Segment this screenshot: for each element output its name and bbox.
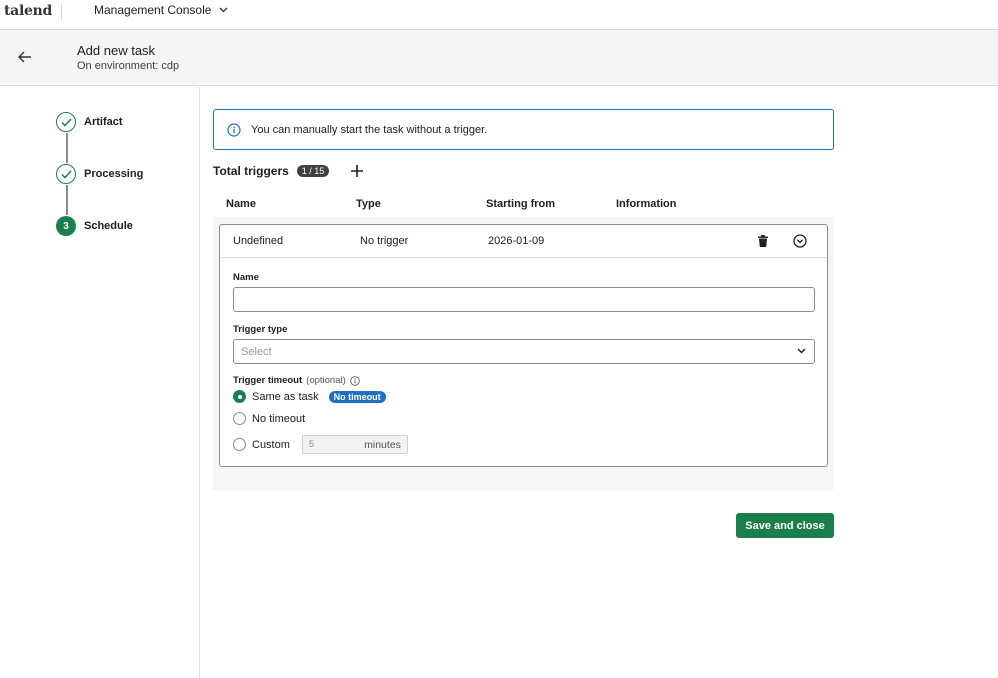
- brand-logo[interactable]: talend: [4, 3, 52, 19]
- step-schedule[interactable]: 3 Schedule: [56, 216, 133, 236]
- page-subtitle: On environment: cdp: [77, 60, 180, 72]
- table-row[interactable]: Undefined No trigger 2026-01-09: [220, 225, 827, 258]
- radio-button[interactable]: [233, 438, 246, 451]
- trigger-type-cell: No trigger: [360, 235, 409, 247]
- trigger-timeout-label: Trigger timeout (optional): [233, 375, 360, 386]
- step-label: Processing: [84, 168, 144, 180]
- info-icon: [227, 122, 241, 137]
- triggers-title: Total triggers: [213, 164, 289, 178]
- trigger-type-label: Trigger type: [233, 324, 288, 335]
- no-timeout-badge: No timeout: [328, 390, 386, 403]
- custom-timeout-value: 5: [308, 439, 315, 450]
- triggers-header: Total triggers 1 / 15: [213, 163, 365, 179]
- step-connector: [66, 185, 68, 215]
- check-icon: [56, 112, 76, 132]
- trigger-timeout-label-text: Trigger timeout: [233, 375, 303, 386]
- trigger-name-cell: Undefined: [233, 235, 284, 247]
- custom-timeout-input[interactable]: 5 minutes: [301, 435, 408, 454]
- top-bar: talend Management Console: [0, 0, 998, 30]
- column-header-name: Name: [226, 198, 256, 210]
- trigger-start-cell: 2026-01-09: [488, 235, 545, 247]
- timeout-option-same-as-task[interactable]: Same as task No timeout: [233, 390, 386, 403]
- step-number: 3: [56, 216, 76, 236]
- page-header: Add new task On environment: cdp: [0, 30, 998, 86]
- info-banner-text: You can manually start the task without …: [251, 123, 488, 136]
- save-and-close-button[interactable]: Save and close: [736, 513, 834, 538]
- column-header-starting-from: Starting from: [486, 198, 556, 210]
- app-switcher-label: Management Console: [94, 3, 212, 17]
- chevron-down-icon: [797, 348, 806, 354]
- back-arrow-icon[interactable]: [14, 46, 36, 68]
- trigger-card: Undefined No trigger 2026-01-09 Name Tri…: [219, 224, 828, 467]
- step-connector: [66, 133, 68, 163]
- triggers-count-badge: 1 / 15: [296, 165, 330, 177]
- wizard-stepper: Artifact Processing 3 Schedule: [0, 87, 200, 678]
- info-banner: You can manually start the task without …: [213, 109, 834, 150]
- column-header-information: Information: [616, 198, 677, 210]
- page-title: Add new task: [77, 43, 156, 58]
- radio-button[interactable]: [233, 390, 246, 403]
- column-header-type: Type: [356, 198, 381, 210]
- step-label: Schedule: [84, 220, 133, 232]
- add-trigger-icon[interactable]: [349, 163, 365, 179]
- step-processing[interactable]: Processing: [56, 164, 143, 184]
- trigger-name-input[interactable]: [233, 287, 815, 312]
- radio-button[interactable]: [233, 412, 246, 425]
- optional-hint: (optional): [306, 375, 346, 386]
- timeout-option-custom[interactable]: Custom 5 minutes: [233, 435, 408, 454]
- trigger-type-select[interactable]: Select: [233, 339, 815, 364]
- name-label: Name: [233, 272, 259, 283]
- info-icon[interactable]: [350, 375, 360, 386]
- check-icon: [56, 164, 76, 184]
- option-label: Same as task: [252, 390, 319, 403]
- trigger-type-placeholder: Select: [241, 346, 272, 358]
- custom-timeout-unit: minutes: [364, 439, 401, 451]
- chevron-down-icon: [219, 7, 228, 13]
- step-label: Artifact: [84, 116, 123, 128]
- option-label: Custom: [252, 438, 290, 451]
- timeout-option-no-timeout[interactable]: No timeout: [233, 412, 305, 425]
- chevron-circle-down-icon[interactable]: [793, 234, 807, 248]
- step-artifact[interactable]: Artifact: [56, 112, 123, 132]
- option-label: No timeout: [252, 412, 306, 425]
- brand-divider: [61, 4, 62, 20]
- trash-icon[interactable]: [756, 234, 770, 248]
- app-switcher[interactable]: Management Console: [94, 3, 228, 17]
